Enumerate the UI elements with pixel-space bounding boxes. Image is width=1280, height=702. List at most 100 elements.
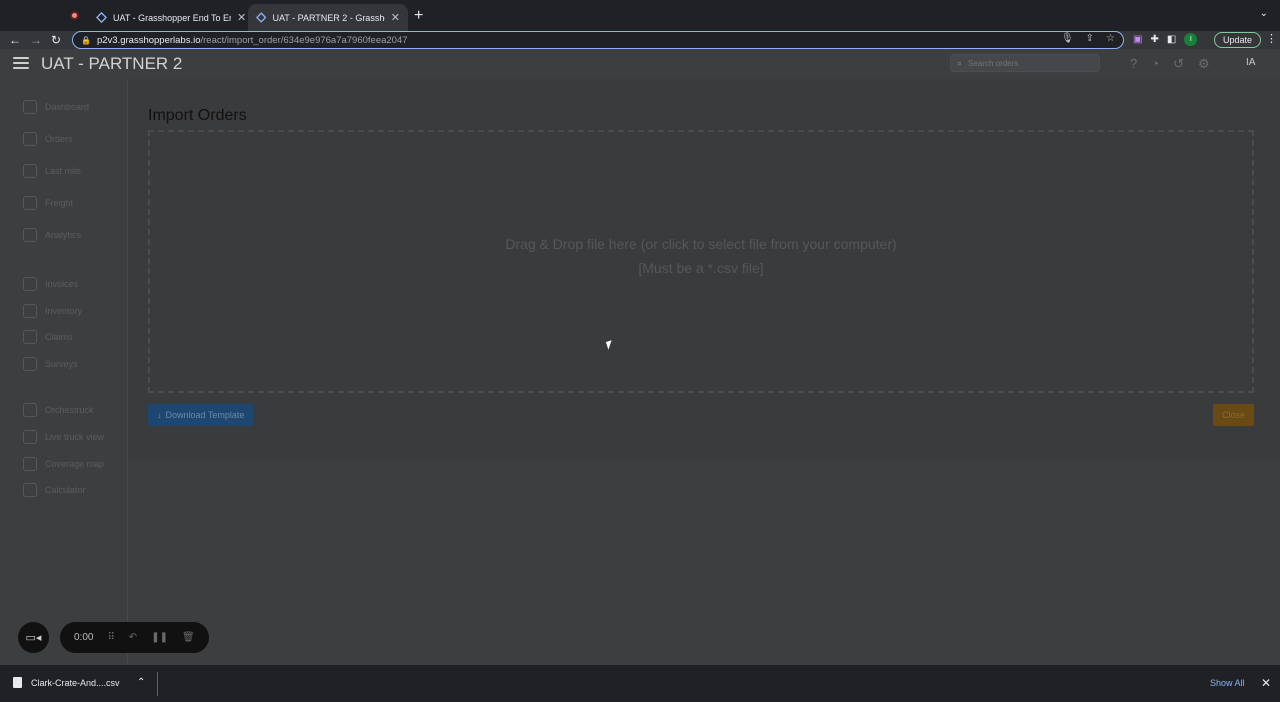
sidebar-item-dashboard[interactable]: Dashboard (23, 99, 89, 115)
trash-icon[interactable]: 🗑 (182, 632, 195, 643)
tab-uat-partner-2[interactable]: UAT - PARTNER 2 - Grasshopper ✕ (248, 4, 408, 31)
extension-recorder-icon[interactable]: ▣ (1133, 34, 1142, 45)
recording-timer: 0:00 (74, 632, 94, 643)
browser-toolbar: ← → ↻ 🔒 p2v3.grasshopperlabs.io/react/im… (0, 31, 1280, 49)
help-icon[interactable]: ? (1130, 56, 1137, 72)
reload-icon[interactable]: ↻ (51, 32, 61, 48)
analytics-icon (23, 228, 37, 242)
search-icon: ⌕ (957, 57, 963, 68)
download-icon: ↓ (157, 410, 162, 420)
search-input[interactable] (968, 58, 1079, 68)
orders-icon (23, 132, 37, 146)
freight-icon (23, 196, 37, 210)
sidebar-item-freight[interactable]: Freight (23, 195, 73, 211)
recording-indicator-icon (70, 11, 79, 20)
recorder-controls: 0:00 ⠿ ↶ ❚❚ 🗑 (60, 622, 209, 653)
sidebar-item-label: Live truck view (45, 432, 105, 442)
file-dropzone[interactable]: Drag & Drop file here (or click to selec… (148, 130, 1254, 393)
new-tab-button[interactable]: + (414, 7, 423, 25)
pause-icon[interactable]: ❚❚ (151, 632, 168, 643)
surveys-icon (23, 357, 37, 371)
tab-close-icon[interactable]: ✕ (391, 11, 400, 24)
inventory-icon (23, 304, 37, 318)
screen-recorder-widget: ▭◂ 0:00 ⠿ ↶ ❚❚ 🗑 (18, 622, 209, 653)
divider (157, 672, 158, 696)
sidebar-item-label: Invoices (45, 279, 79, 289)
tab-grasshopper-end-to-end[interactable]: UAT - Grasshopper End To End ✕ (88, 4, 254, 31)
address-bar[interactable]: 🔒 p2v3.grasshopperlabs.io/react/import_o… (72, 31, 1124, 49)
sidebar-item-coverage-map[interactable]: Coverage map (23, 456, 104, 472)
download-bar: Clark-Crate-And....csv ⌃ Show All ✕ (0, 664, 1280, 702)
close-icon[interactable]: ✕ (1261, 676, 1271, 690)
invoices-icon (23, 277, 37, 291)
video-camera-icon: ▭◂ (25, 632, 42, 644)
notification-bell-icon[interactable]: ◔ (1151, 56, 1159, 72)
sidebar-item-orchestruck[interactable]: Orchestruck (23, 402, 94, 418)
page-title: Import Orders (148, 107, 247, 124)
update-button[interactable]: Update (1214, 32, 1262, 48)
sidebar-item-label: Freight (45, 198, 74, 208)
calculator-icon (23, 483, 37, 497)
grasshopper-favicon-icon (96, 12, 107, 23)
sidebar-item-label: Analytics (45, 230, 82, 240)
sidebar-item-label: Dashboard (45, 102, 90, 112)
user-avatar[interactable]: IA (1246, 57, 1255, 68)
app-window: UAT - PARTNER 2 ⌕ ? ◔ ↺ ⚙ IA Dashboard O… (0, 49, 1280, 664)
tab-search-chevron-icon[interactable]: ⌄ (1260, 8, 1268, 19)
show-all-link[interactable]: Show All (1210, 678, 1245, 688)
browser-tab-bar: UAT - Grasshopper End To End ✕ UAT - PAR… (0, 0, 1280, 31)
sidebar-item-label: Orchestruck (45, 405, 94, 415)
share-icon[interactable]: ⇪ (1086, 33, 1094, 44)
browser-menu-icon[interactable]: ⋮ (1266, 32, 1277, 45)
sidebar: Dashboard Orders Last mile Freight Analy… (0, 79, 128, 664)
sidebar-item-label: Surveys (45, 359, 78, 369)
claims-icon (23, 330, 37, 344)
url-path: /react/import_order/634e9e976a7a7960feea… (200, 34, 408, 46)
sidebar-item-analytics[interactable]: Analytics (23, 227, 81, 243)
sidebar-item-last-mile[interactable]: Last mile (23, 163, 81, 179)
tab-label: UAT - PARTNER 2 - Grasshopper (272, 12, 385, 23)
grasshopper-favicon-icon (256, 12, 267, 23)
sidebar-item-claims[interactable]: Claims (23, 329, 73, 345)
app-title: UAT - PARTNER 2 (41, 54, 183, 73)
downloaded-file-item[interactable]: Clark-Crate-And....csv (13, 677, 120, 688)
sidebar-item-label: Last mile (45, 166, 82, 176)
chevron-up-icon[interactable]: ⌃ (137, 677, 145, 688)
sidebar-item-label: Inventory (45, 306, 83, 316)
orchestruck-icon (23, 403, 37, 417)
extensions-puzzle-icon[interactable]: ✚ (1150, 34, 1158, 45)
last-mile-icon (23, 164, 37, 178)
back-arrow-icon[interactable]: ← (9, 32, 21, 48)
settings-gear-icon[interactable]: ⚙ (1198, 56, 1210, 72)
history-icon[interactable]: ↺ (1173, 56, 1184, 72)
search-box[interactable]: ⌕ (950, 54, 1100, 72)
side-panel-icon[interactable]: ◧ (1167, 34, 1176, 45)
file-icon (13, 677, 22, 688)
undo-icon[interactable]: ↶ (129, 632, 137, 643)
close-button[interactable]: Close (1213, 404, 1254, 426)
dropzone-file-requirement: [Must be a *.csv file] (638, 260, 764, 276)
url-host: p2v3.grasshopperlabs.io (96, 34, 201, 46)
coverage-map-icon (23, 457, 37, 471)
camera-toggle-button[interactable]: ▭◂ (18, 622, 49, 653)
dashboard-icon (23, 100, 37, 114)
microphone-icon[interactable]: 🎙 (1061, 33, 1074, 44)
sidebar-item-inventory[interactable]: Inventory (23, 303, 82, 319)
bookmark-star-icon[interactable]: ☆ (1106, 33, 1115, 44)
sidebar-item-surveys[interactable]: Surveys (23, 356, 78, 372)
sidebar-item-invoices[interactable]: Invoices (23, 276, 78, 292)
download-template-button[interactable]: ↓ Download Template (148, 404, 254, 426)
download-template-label: Download Template (165, 410, 245, 420)
dropzone-instructions: Drag & Drop file here (or click to selec… (505, 236, 897, 252)
profile-avatar[interactable]: I (1184, 33, 1198, 46)
live-truck-icon (23, 430, 37, 444)
hamburger-menu-icon[interactable] (13, 57, 29, 69)
sidebar-item-live-truck-view[interactable]: Live truck view (23, 429, 104, 445)
sidebar-item-orders[interactable]: Orders (23, 131, 73, 147)
drag-handle-icon[interactable]: ⠿ (107, 632, 114, 643)
tab-close-icon[interactable]: ✕ (237, 11, 246, 24)
sidebar-item-calculator[interactable]: Calculator (23, 482, 86, 498)
sidebar-item-label: Claims (45, 332, 73, 342)
downloaded-file-name: Clark-Crate-And....csv (31, 677, 120, 688)
forward-arrow-icon[interactable]: → (30, 32, 42, 48)
